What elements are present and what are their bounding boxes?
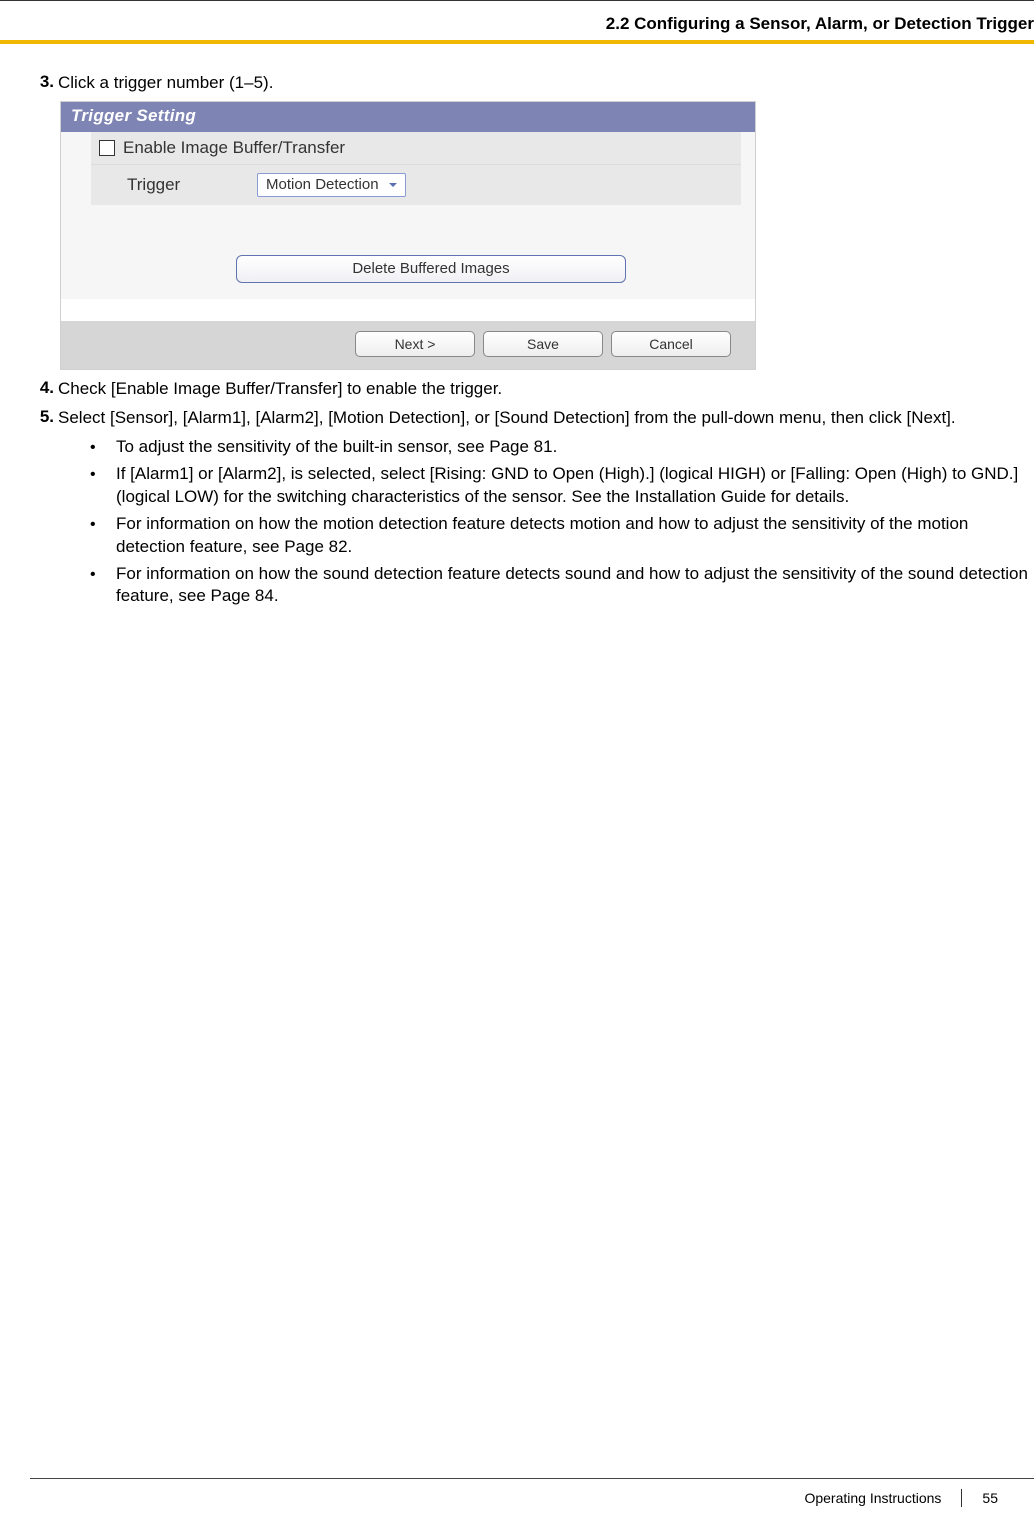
bullet-marker: • — [90, 463, 116, 486]
accent-rule — [0, 40, 1034, 44]
enable-checkbox[interactable] — [99, 140, 115, 156]
section-title: 2.2 Configuring a Sensor, Alarm, or Dete… — [606, 14, 1034, 34]
bullet-2: • If [Alarm1] or [Alarm2], is selected, … — [90, 463, 1034, 509]
delete-buffered-images-button[interactable]: Delete Buffered Images — [236, 255, 626, 283]
bullet-1: • To adjust the sensitivity of the built… — [90, 436, 1034, 459]
header-rule — [0, 0, 1034, 1]
delete-row: Delete Buffered Images — [91, 255, 741, 299]
bullet-text: To adjust the sensitivity of the built-i… — [116, 436, 1034, 459]
page-footer: Operating Instructions 55 — [804, 1489, 998, 1507]
page-number: 55 — [982, 1490, 998, 1506]
step-number: 5. — [30, 407, 58, 427]
step-4: 4. Check [Enable Image Buffer/Transfer] … — [30, 378, 1034, 401]
footer-label: Operating Instructions — [804, 1490, 941, 1506]
enable-row: Enable Image Buffer/Transfer — [91, 132, 741, 165]
trigger-row: Trigger Motion Detection — [91, 165, 741, 205]
trigger-label: Trigger — [99, 175, 249, 195]
bullet-marker: • — [90, 563, 116, 586]
bullet-4: • For information on how the sound detec… — [90, 563, 1034, 609]
bullet-text: For information on how the sound detecti… — [116, 563, 1034, 609]
step-number: 4. — [30, 378, 58, 398]
step-text: Check [Enable Image Buffer/Transfer] to … — [58, 378, 1034, 401]
footer-separator — [961, 1489, 962, 1507]
footer-rule — [30, 1478, 1034, 1479]
step-3: 3. Click a trigger number (1–5). — [30, 72, 1034, 95]
save-button[interactable]: Save — [483, 331, 603, 357]
panel-title: Trigger Setting — [61, 102, 755, 132]
step-5: 5. Select [Sensor], [Alarm1], [Alarm2], … — [30, 407, 1034, 430]
step-text: Click a trigger number (1–5). — [58, 72, 1034, 95]
trigger-dropdown-value: Motion Detection — [266, 176, 379, 193]
panel-gap — [61, 205, 755, 255]
bullet-text: For information on how the motion detect… — [116, 513, 1034, 559]
cancel-button[interactable]: Cancel — [611, 331, 731, 357]
trigger-setting-panel: Trigger Setting Enable Image Buffer/Tran… — [60, 101, 756, 370]
panel-bottom-bar: Next > Save Cancel — [61, 321, 755, 369]
bullet-text: If [Alarm1] or [Alarm2], is selected, se… — [116, 463, 1034, 509]
enable-label: Enable Image Buffer/Transfer — [123, 138, 345, 158]
chevron-down-icon — [385, 177, 401, 193]
bullet-marker: • — [90, 513, 116, 536]
panel-separator — [61, 299, 755, 321]
next-button[interactable]: Next > — [355, 331, 475, 357]
bullet-marker: • — [90, 436, 116, 459]
step-number: 3. — [30, 72, 58, 92]
trigger-dropdown[interactable]: Motion Detection — [257, 173, 406, 197]
bullet-3: • For information on how the motion dete… — [90, 513, 1034, 559]
step-text: Select [Sensor], [Alarm1], [Alarm2], [Mo… — [58, 407, 1034, 430]
